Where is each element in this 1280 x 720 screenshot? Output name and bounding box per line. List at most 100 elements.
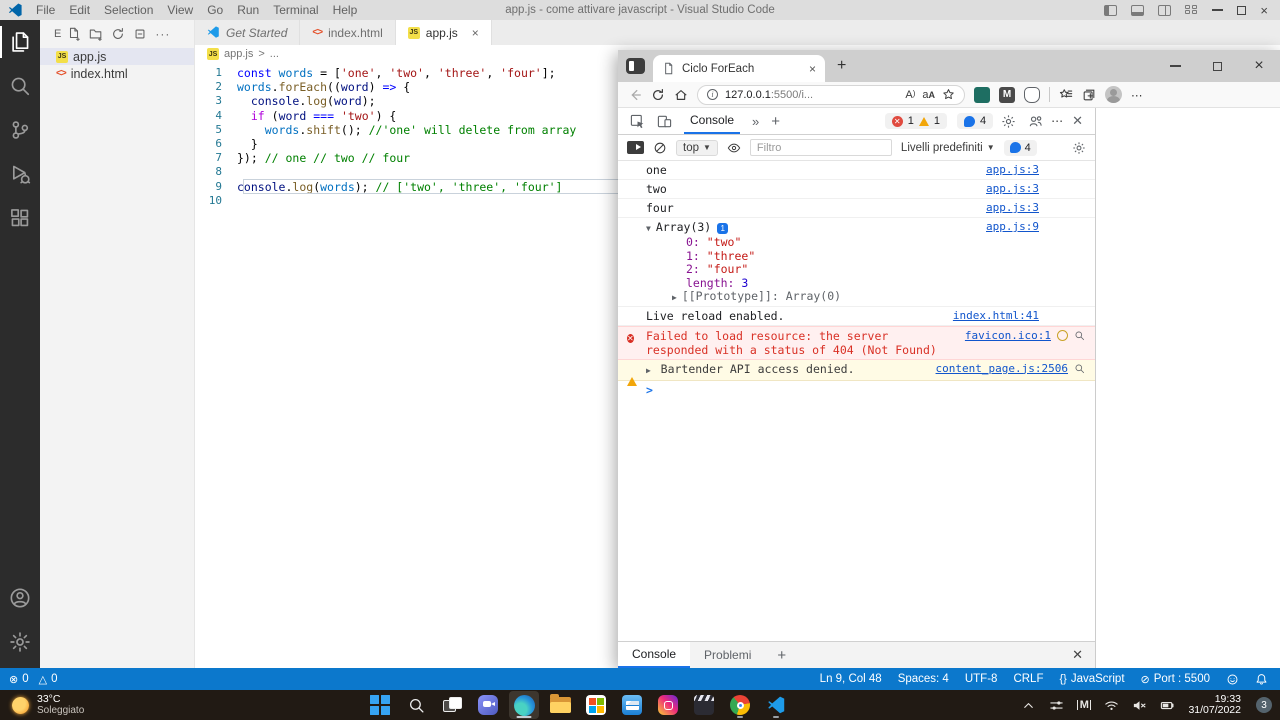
editor-tab-get-started[interactable]: Get Started: [195, 20, 300, 45]
more-tabs-icon[interactable]: »: [748, 114, 763, 129]
taskbar-start-icon[interactable]: [365, 691, 395, 719]
close-button[interactable]: ×: [1260, 4, 1268, 17]
toolbar-messages-badge[interactable]: 4: [1004, 140, 1037, 156]
favorites-icon[interactable]: [1059, 88, 1073, 102]
source-link[interactable]: favicon.ico:1: [965, 329, 1051, 343]
profile-avatar[interactable]: [1105, 86, 1122, 103]
console-filter-input[interactable]: [750, 139, 892, 156]
new-file-icon[interactable]: [67, 27, 81, 41]
restore-button[interactable]: [1237, 6, 1246, 15]
status-error-circle[interactable]: ⊗0: [9, 673, 29, 686]
context-selector[interactable]: top ▼: [676, 140, 718, 156]
breadcrumb-more[interactable]: ...: [270, 48, 279, 60]
tab-close-icon[interactable]: ×: [809, 62, 816, 76]
browser-settings-icon[interactable]: ⋯: [1131, 88, 1144, 102]
activity-extensions-icon[interactable]: [0, 196, 40, 240]
array-item[interactable]: ▶[[Prototype]]: Array(0): [652, 290, 1039, 304]
tray-m-app-icon[interactable]: M: [1077, 700, 1091, 710]
devtools-accounts-icon[interactable]: [1024, 114, 1047, 129]
log-levels-selector[interactable]: Livelli predefiniti ▼: [901, 142, 995, 154]
menu-item-terminal[interactable]: Terminal: [266, 3, 325, 17]
taskbar-edge-icon[interactable]: [509, 691, 539, 719]
search-source-icon[interactable]: [1074, 330, 1085, 341]
activity-search-icon[interactable]: [0, 64, 40, 108]
taskbar-chrome-icon[interactable]: [725, 691, 755, 719]
taskbar-media-app-icon[interactable]: [689, 691, 719, 719]
editor-tab-app-js[interactable]: JSapp.js×: [396, 20, 492, 45]
tab-actions-menu-icon[interactable]: [626, 58, 645, 74]
live-expression-icon[interactable]: [727, 141, 741, 155]
taskbar-search-icon[interactable]: [401, 691, 431, 719]
menu-item-file[interactable]: File: [29, 3, 62, 17]
notification-count-badge[interactable]: 3: [1256, 697, 1272, 713]
tray-battery-icon[interactable]: [1160, 698, 1175, 713]
console-prompt[interactable]: >: [618, 381, 1095, 399]
tray-mixer-icon[interactable]: [1049, 698, 1064, 713]
taskbar-mail-icon[interactable]: [617, 691, 647, 719]
source-link[interactable]: app.js:3: [986, 182, 1039, 196]
toggle-sidebar-icon[interactable]: [1104, 5, 1117, 16]
browser-maximize-button[interactable]: [1196, 50, 1238, 82]
add-tool-icon[interactable]: +: [767, 113, 784, 130]
toggle-panel-icon[interactable]: [1131, 5, 1144, 16]
address-bar[interactable]: i 127.0.0.1:5500/i... A) aA: [697, 85, 965, 105]
devtools-tab-console[interactable]: Console: [684, 108, 740, 134]
status-crlf[interactable]: CRLF: [1013, 673, 1043, 685]
status-javascript[interactable]: {}JavaScript: [1059, 673, 1124, 685]
console-sidebar-icon[interactable]: [627, 141, 644, 154]
status-warning-triangle[interactable]: △0: [39, 673, 58, 686]
read-aloud-icon[interactable]: A): [905, 89, 915, 101]
menu-item-go[interactable]: Go: [200, 3, 230, 17]
menu-item-run[interactable]: Run: [230, 3, 266, 17]
status-bell[interactable]: [1255, 673, 1268, 686]
menu-item-help[interactable]: Help: [326, 3, 365, 17]
tray-volume-muted-icon[interactable]: [1132, 698, 1147, 713]
url-text[interactable]: 127.0.0.1:5500/i...: [725, 89, 813, 101]
activity-account-icon[interactable]: [0, 576, 40, 620]
expand-caret-icon[interactable]: ▼: [646, 224, 651, 233]
page-viewport[interactable]: [1096, 108, 1280, 668]
activity-settings-icon[interactable]: [0, 620, 40, 664]
translate-icon[interactable]: aA: [922, 89, 935, 101]
back-icon[interactable]: [628, 88, 642, 102]
menu-item-view[interactable]: View: [160, 3, 200, 17]
messages-badge[interactable]: 4: [957, 113, 993, 129]
activity-source-control-icon[interactable]: [0, 108, 40, 152]
taskbar-clock[interactable]: 19:33 31/07/2022: [1188, 694, 1241, 716]
vscode-logo-icon[interactable]: [8, 3, 23, 18]
tray-wifi-icon[interactable]: [1104, 698, 1119, 713]
source-link[interactable]: app.js:3: [986, 163, 1039, 177]
extensions-menu-icon[interactable]: [1024, 87, 1040, 103]
devtools-settings-icon[interactable]: [997, 114, 1020, 129]
taskbar-file-explorer-icon[interactable]: [545, 691, 575, 719]
file-item-index.html[interactable]: <>index.html: [40, 65, 194, 82]
extension-1-icon[interactable]: [974, 87, 990, 103]
new-tab-button[interactable]: +: [825, 58, 858, 74]
status-spaces-4[interactable]: Spaces: 4: [898, 673, 949, 685]
drawer-tab-console[interactable]: Console: [618, 642, 690, 668]
refresh-icon[interactable]: [111, 27, 125, 41]
source-link[interactable]: app.js:3: [986, 201, 1039, 215]
status-feedback[interactable]: [1226, 673, 1239, 686]
source-link[interactable]: app.js:9: [986, 220, 1039, 236]
search-source-icon[interactable]: [1074, 363, 1085, 374]
tab-close-icon[interactable]: ×: [472, 26, 479, 40]
console-settings-icon[interactable]: [1072, 141, 1086, 155]
drawer-close-icon[interactable]: ✕: [1060, 642, 1095, 668]
more-icon[interactable]: ···: [155, 28, 170, 40]
browser-tab[interactable]: Ciclo ForEach ×: [653, 55, 825, 82]
array-header[interactable]: ▼Array(3)1app.js:9: [646, 220, 1039, 236]
weather-widget[interactable]: 33°C Soleggiato: [0, 694, 200, 716]
status-utf-8[interactable]: UTF-8: [965, 673, 998, 685]
inspect-element-icon[interactable]: [626, 114, 649, 129]
status-ln-9-col-48[interactable]: Ln 9, Col 48: [820, 673, 882, 685]
taskbar-chat-icon[interactable]: [473, 691, 503, 719]
taskbar-task-view-icon[interactable]: [437, 691, 467, 719]
extension-2-icon[interactable]: M: [999, 87, 1015, 103]
browser-minimize-button[interactable]: [1154, 50, 1196, 82]
expand-caret-icon[interactable]: ▶: [646, 366, 656, 375]
menu-item-selection[interactable]: Selection: [97, 3, 160, 17]
status-port-5500[interactable]: ⊘Port : 5500: [1141, 673, 1210, 686]
customize-layout-icon[interactable]: [1185, 5, 1198, 16]
issues-badges[interactable]: ✕ 1 1: [885, 113, 947, 129]
